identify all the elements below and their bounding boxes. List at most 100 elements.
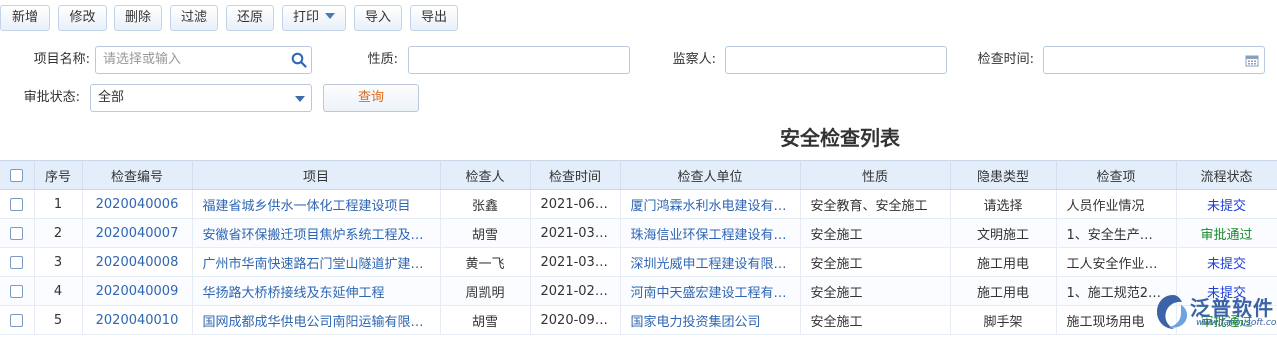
table-row[interactable]: 1 2020040006 福建省城乡供水一体化工程建设项目 张鑫 2021-06… — [0, 189, 1277, 219]
export-button[interactable]: 导出 — [410, 5, 458, 31]
row-select-cell — [0, 276, 35, 306]
project-name-placeholder: 请选择或输入 — [103, 52, 182, 67]
approval-status-select[interactable]: 全部 — [90, 84, 312, 112]
row-select-cell — [0, 305, 35, 335]
project-link[interactable]: 安徽省环保搬迁项目焦炉系统工程及配套设施 — [192, 218, 441, 248]
hazard-cell: 文明施工 — [950, 218, 1057, 248]
date-cell: 2021-03-01 — [530, 247, 621, 277]
column-header[interactable]: 检查人单位 — [620, 160, 801, 190]
seq-cell: 4 — [34, 276, 83, 306]
supervisor-label: 监察人: — [672, 52, 716, 67]
row-checkbox[interactable] — [10, 197, 24, 211]
nature-cell: 安全施工 — [800, 247, 951, 277]
nature-input[interactable] — [408, 46, 630, 74]
calendar-icon[interactable] — [1245, 54, 1259, 67]
column-header[interactable]: 检查编号 — [82, 160, 193, 190]
project-link[interactable]: 国网成都成华供电公司南阳运输有限公司 — [192, 305, 441, 335]
delete-button[interactable]: 删除 — [114, 5, 162, 31]
row-select-cell — [0, 218, 35, 248]
print-button[interactable]: 打印 — [282, 5, 346, 31]
page-title: 安全检查列表 — [780, 126, 900, 150]
row-checkbox[interactable] — [10, 226, 24, 240]
table-header-row: 序号 检查编号 项目 检查人 检查时间 检查人单位 性质 隐患类型 检查项 流程… — [0, 160, 1277, 190]
filter-button[interactable]: 过滤 — [170, 5, 218, 31]
inspector-cell: 胡雪 — [440, 218, 531, 248]
unit-link[interactable]: 深圳光威申工程建设有限公司 — [620, 247, 801, 277]
table-row[interactable]: 3 2020040008 广州市华南快速路石门堂山隧道扩建工程 黄一飞 2021… — [0, 247, 1277, 277]
column-header[interactable]: 项目 — [192, 160, 441, 190]
project-name-label: 项目名称: — [33, 52, 90, 67]
column-header[interactable]: 序号 — [34, 160, 83, 190]
hazard-cell: 脚手架 — [950, 305, 1057, 335]
fanpu-logo-icon — [1157, 295, 1188, 329]
code-link[interactable]: 2020040009 — [82, 276, 193, 306]
watermark-url: www.fanpusoft.com — [1196, 318, 1277, 328]
date-cell: 2021-06-02 — [530, 189, 621, 219]
row-select-cell — [0, 189, 35, 219]
toolbar: 新增 修改 删除 过滤 还原 打印 导入 导出 — [0, 0, 1277, 34]
unit-link[interactable]: 河南中天盛宏建设工程有限公司 — [620, 276, 801, 306]
status-cell: 未提交 — [1176, 247, 1277, 277]
column-header[interactable]: 检查时间 — [530, 160, 621, 190]
date-cell: 2020-09-12 — [530, 305, 621, 335]
row-checkbox[interactable] — [10, 284, 24, 298]
unit-link[interactable]: 珠海信业环保工程建设有限公司 — [620, 218, 801, 248]
select-all-header — [0, 160, 35, 190]
nature-cell: 安全施工 — [800, 276, 951, 306]
column-header[interactable]: 检查项 — [1056, 160, 1177, 190]
hazard-cell: 请选择 — [950, 189, 1057, 219]
approval-status-label: 审批状态: — [23, 90, 80, 105]
status-cell: 未提交 — [1176, 189, 1277, 219]
column-header[interactable]: 隐患类型 — [950, 160, 1057, 190]
date-cell: 2021-03-05 — [530, 218, 621, 248]
inspector-cell: 周凯明 — [440, 276, 531, 306]
table-row[interactable]: 5 2020040010 国网成都成华供电公司南阳运输有限公司 胡雪 2020-… — [0, 305, 1277, 335]
query-button[interactable]: 查询 — [323, 84, 419, 112]
inspector-cell: 张鑫 — [440, 189, 531, 219]
project-link[interactable]: 福建省城乡供水一体化工程建设项目 — [192, 189, 441, 219]
column-header[interactable]: 流程状态 — [1176, 160, 1277, 190]
row-checkbox[interactable] — [10, 255, 24, 269]
reset-button[interactable]: 还原 — [226, 5, 274, 31]
select-all-checkbox[interactable] — [10, 168, 24, 182]
unit-link[interactable]: 国家电力投资集团公司 — [620, 305, 801, 335]
status-cell: 审批通过 — [1176, 218, 1277, 248]
seq-cell: 1 — [34, 189, 83, 219]
search-icon[interactable] — [291, 52, 307, 68]
import-button[interactable]: 导入 — [354, 5, 402, 31]
code-link[interactable]: 2020040008 — [82, 247, 193, 277]
project-link[interactable]: 华扬路大桥桥接线及东延伸工程 — [192, 276, 441, 306]
nature-label: 性质: — [367, 52, 398, 67]
table-row[interactable]: 4 2020040009 华扬路大桥桥接线及东延伸工程 周凯明 2021-02-… — [0, 276, 1277, 306]
watermark-text: 泛普软件 — [1190, 296, 1274, 320]
table-row[interactable]: 2 2020040007 安徽省环保搬迁项目焦炉系统工程及配套设施 胡雪 202… — [0, 218, 1277, 248]
edit-button[interactable]: 修改 — [58, 5, 107, 31]
watermark: 泛普软件 www.fanpusoft.com — [1152, 290, 1277, 338]
nature-cell: 安全教育、安全施工 — [800, 189, 951, 219]
column-header[interactable]: 性质 — [800, 160, 951, 190]
project-link[interactable]: 广州市华南快速路石门堂山隧道扩建工程 — [192, 247, 441, 277]
project-name-input[interactable]: 请选择或输入 — [95, 46, 312, 74]
row-checkbox[interactable] — [10, 313, 24, 327]
supervisor-input[interactable] — [725, 46, 947, 74]
hazard-cell: 施工用电 — [950, 276, 1057, 306]
row-select-cell — [0, 247, 35, 277]
print-label: 打印 — [292, 10, 319, 25]
inspector-cell: 胡雪 — [440, 305, 531, 335]
add-button[interactable]: 新增 — [0, 5, 50, 31]
code-link[interactable]: 2020040006 — [82, 189, 193, 219]
column-header[interactable]: 检查人 — [440, 160, 531, 190]
item-cell: 1、安全生产责任制 — [1056, 218, 1177, 248]
unit-link[interactable]: 厦门鸿霖水利水电建设有限公司 — [620, 189, 801, 219]
chevron-down-icon — [295, 96, 305, 102]
inspector-cell: 黄一飞 — [440, 247, 531, 277]
code-link[interactable]: 2020040007 — [82, 218, 193, 248]
seq-cell: 5 — [34, 305, 83, 335]
nature-cell: 安全施工 — [800, 218, 951, 248]
hazard-cell: 施工用电 — [950, 247, 1057, 277]
code-link[interactable]: 2020040010 — [82, 305, 193, 335]
check-time-input[interactable] — [1043, 46, 1265, 74]
check-time-label: 检查时间: — [977, 52, 1034, 67]
data-table: 序号 检查编号 项目 检查人 检查时间 检查人单位 性质 隐患类型 检查项 流程… — [0, 160, 1277, 335]
approval-status-value: 全部 — [98, 90, 125, 105]
